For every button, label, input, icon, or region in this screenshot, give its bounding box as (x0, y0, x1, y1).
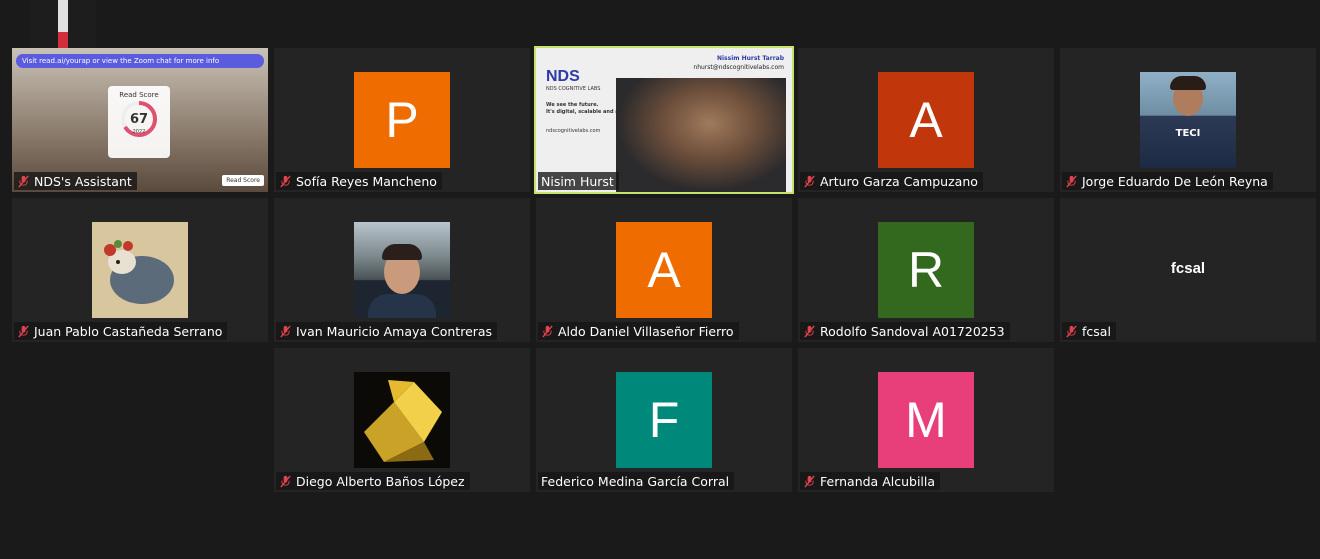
letter-avatar: A (616, 222, 712, 318)
mic-muted-icon (280, 474, 291, 488)
profile-photo: TECI (1140, 72, 1236, 168)
mic-muted-icon (280, 174, 291, 188)
participant-nameplate: NDS's Assistant (14, 172, 137, 190)
read-score-value: 67 (129, 112, 149, 127)
slide-url: ndscognitivelabs.com (546, 128, 601, 134)
participant-name: Arturo Garza Campuzano (820, 173, 978, 189)
mic-muted-icon (18, 324, 29, 338)
read-score-button[interactable]: Read Score (222, 175, 264, 186)
video-tile-active-speaker[interactable]: Nissim Hurst Tarrab nhurst@ndscognitivel… (534, 46, 794, 194)
participant-nameplate: fcsal (1062, 322, 1116, 340)
slide-logo: NDS (546, 68, 580, 85)
audio-level-meter (58, 0, 68, 52)
video-tile-federico[interactable]: F Federico Medina García Corral (536, 348, 792, 492)
letter-avatar: F (616, 372, 712, 468)
participant-nameplate: Jorge Eduardo De León Reyna (1062, 172, 1273, 190)
profile-photo (354, 222, 450, 318)
name-avatar: fcsal (1170, 260, 1206, 277)
participant-nameplate: Rodolfo Sandoval A01720253 (800, 322, 1010, 340)
slide-header: Nissim Hurst Tarrab (716, 55, 784, 62)
participant-name: NDS's Assistant (34, 173, 132, 189)
video-tile-jorge[interactable]: TECI Jorge Eduardo De León Reyna (1060, 48, 1316, 192)
presenter-video: Nissim Hurst Tarrab nhurst@ndscognitivel… (536, 48, 792, 192)
video-tile-diego[interactable]: Diego Alberto Baños López (274, 348, 530, 492)
profile-photo (354, 372, 450, 468)
video-tile-aldo[interactable]: A Aldo Daniel Villaseñor Fierro (536, 198, 792, 342)
participant-nameplate: Fernanda Alcubilla (800, 472, 941, 490)
video-tile-nds-assistant[interactable]: Visit read.ai/yourap or view the Zoom ch… (12, 48, 268, 192)
participant-nameplate: Ivan Mauricio Amaya Contreras (276, 322, 498, 340)
mic-muted-icon (804, 474, 815, 488)
participant-nameplate: Arturo Garza Campuzano (800, 172, 983, 190)
participant-name: Juan Pablo Castañeda Serrano (34, 323, 223, 339)
slide-email: nhurst@ndscognitivelabs.com (693, 64, 784, 71)
participant-name: Rodolfo Sandoval A01720253 (820, 323, 1005, 339)
mic-muted-icon (280, 324, 291, 338)
mic-muted-icon (542, 324, 553, 338)
participant-name: Nisim Hurst (541, 173, 614, 189)
slide-line: We see the future. (546, 102, 599, 108)
mic-muted-icon (804, 174, 815, 188)
assistant-banner[interactable]: Visit read.ai/yourap or view the Zoom ch… (16, 54, 264, 68)
read-score-sub: 2022 (132, 129, 146, 135)
participant-nameplate: Aldo Daniel Villaseñor Fierro (538, 322, 739, 340)
mic-muted-icon (18, 174, 29, 188)
presenter-figure (616, 78, 786, 192)
slide-logo-sub: NDS COGNITIVE LABS (546, 86, 601, 92)
participant-nameplate: Nisim Hurst (538, 172, 619, 190)
participant-name: Diego Alberto Baños López (296, 473, 465, 489)
video-tile-juan-pablo[interactable]: Juan Pablo Castañeda Serrano (12, 198, 268, 342)
letter-avatar: P (354, 72, 450, 168)
participant-name: Ivan Mauricio Amaya Contreras (296, 323, 493, 339)
video-tile-rodolfo[interactable]: R Rodolfo Sandoval A01720253 (798, 198, 1054, 342)
read-score-card: Read Score 67 2022 (108, 86, 170, 158)
video-tile-arturo[interactable]: A Arturo Garza Campuzano (798, 48, 1054, 192)
participant-name: Jorge Eduardo De León Reyna (1082, 173, 1268, 189)
letter-avatar: M (878, 372, 974, 468)
mic-muted-icon (804, 324, 815, 338)
participant-name: Sofía Reyes Mancheno (296, 173, 437, 189)
participant-name: fcsal (1082, 323, 1111, 339)
mic-muted-icon (1066, 324, 1077, 338)
video-tile-fcsal[interactable]: fcsal fcsal (1060, 198, 1316, 342)
video-tile-sofia[interactable]: P Sofía Reyes Mancheno (274, 48, 530, 192)
participant-name: Aldo Daniel Villaseñor Fierro (558, 323, 734, 339)
participant-nameplate: Federico Medina García Corral (538, 472, 735, 490)
letter-avatar: R (878, 222, 974, 318)
video-tile-fernanda[interactable]: M Fernanda Alcubilla (798, 348, 1054, 492)
participant-nameplate: Diego Alberto Baños López (276, 472, 470, 490)
profile-photo (92, 222, 188, 318)
read-score-title: Read Score (119, 91, 159, 99)
video-tile-ivan[interactable]: Ivan Mauricio Amaya Contreras (274, 198, 530, 342)
participant-nameplate: Sofía Reyes Mancheno (276, 172, 442, 190)
mic-muted-icon (1066, 174, 1077, 188)
letter-avatar: A (878, 72, 974, 168)
participant-name: Federico Medina García Corral (541, 473, 730, 489)
participant-name: Fernanda Alcubilla (820, 473, 936, 489)
participant-nameplate: Juan Pablo Castañeda Serrano (14, 322, 228, 340)
